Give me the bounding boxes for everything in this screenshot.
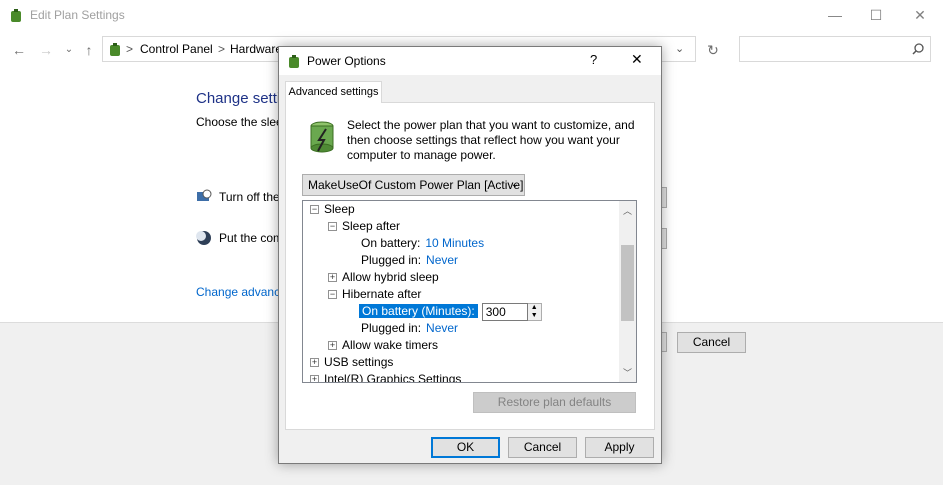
minutes-spinner[interactable]: ▲ ▼ [527, 303, 542, 321]
help-button[interactable]: ? [590, 52, 597, 67]
tree-scrollbar[interactable]: ︿ ﹀ [619, 201, 636, 382]
sleep-plugged-in-value[interactable]: Never [426, 253, 458, 267]
tree-item-hibernate-after[interactable]: − Hibernate after [328, 286, 421, 303]
scroll-down-icon[interactable]: ﹀ [623, 366, 632, 379]
page-description: Choose the sleep [196, 115, 290, 129]
power-options-icon [11, 9, 21, 22]
sleep-on-battery-value[interactable]: 10 Minutes [425, 236, 484, 250]
collapse-icon[interactable]: − [328, 290, 337, 300]
window-title: Edit Plan Settings [30, 8, 125, 22]
power-options-dialog: Power Options ? ✕ Advanced settings Sele… [278, 46, 662, 464]
turn-off-display-label: Turn off the [219, 190, 280, 204]
collapse-icon[interactable]: − [328, 222, 337, 232]
hibernate-on-battery-label: On battery (Minutes): [359, 304, 478, 318]
power-plan-selected: MakeUseOf Custom Power Plan [Active] [308, 178, 524, 192]
put-computer-to-sleep-label: Put the com [219, 231, 284, 245]
expand-icon[interactable]: + [328, 341, 337, 351]
tree-item-sleep[interactable]: − Sleep [310, 201, 355, 218]
breadcrumb-control-panel[interactable]: Control Panel [140, 42, 213, 56]
collapse-icon[interactable]: − [310, 205, 319, 215]
ok-button[interactable]: OK [431, 437, 500, 458]
crumb-separator: > [126, 42, 134, 56]
close-dialog-button[interactable]: ✕ [631, 51, 643, 68]
address-dropdown-icon[interactable]: ⌄ [675, 42, 684, 55]
scroll-up-icon[interactable]: ︿ [623, 204, 632, 217]
maximize-button[interactable]: ☐ [853, 0, 899, 30]
back-arrow-icon[interactable]: ← [10, 41, 28, 59]
forward-arrow-icon[interactable]: → [37, 41, 55, 59]
expand-icon[interactable]: + [310, 358, 319, 368]
dialog-titlebar: Power Options ? ✕ [279, 47, 661, 75]
window-titlebar: Edit Plan Settings — ☐ ✕ [0, 0, 943, 32]
sleep-moon-icon [196, 231, 211, 245]
chevron-down-icon: ⌄ [510, 179, 519, 190]
control-panel-icon [110, 43, 120, 56]
dialog-title: Power Options [307, 54, 386, 68]
scrollbar-thumb[interactable] [621, 245, 634, 321]
recent-locations-icon[interactable]: ⌄ [60, 41, 78, 59]
crumb-separator: > [218, 42, 226, 56]
display-clock-icon [197, 189, 212, 201]
tree-item-usb-settings[interactable]: + USB settings [310, 354, 393, 371]
tree-item-sleep-after[interactable]: − Sleep after [328, 218, 400, 235]
up-arrow-icon[interactable]: ↑ [80, 41, 98, 59]
breadcrumb-hardware[interactable]: Hardware [230, 42, 282, 56]
tree-item-sleep-on-battery[interactable]: On battery: 10 Minutes [361, 235, 484, 252]
tree-item-hibernate-plugged-in[interactable]: Plugged in: Never [361, 320, 458, 337]
power-options-icon [289, 55, 299, 68]
minimize-button[interactable]: — [812, 0, 858, 30]
restore-plan-defaults-button[interactable]: Restore plan defaults [473, 392, 636, 413]
expand-icon[interactable]: + [310, 375, 319, 382]
cancel-button[interactable]: Cancel [677, 332, 746, 353]
tab-advanced-settings[interactable]: Advanced settings [285, 81, 382, 103]
search-input[interactable] [739, 36, 931, 62]
power-plan-dropdown[interactable]: MakeUseOf Custom Power Plan [Active] ⌄ [302, 174, 525, 196]
dialog-cancel-button[interactable]: Cancel [508, 437, 577, 458]
tree-item-sleep-plugged-in[interactable]: Plugged in: Never [361, 252, 458, 269]
change-advanced-settings-link[interactable]: Change advance [196, 285, 287, 299]
tree-item-intel-graphics[interactable]: + Intel(R) Graphics Settings [310, 371, 461, 382]
tree-item-hybrid-sleep[interactable]: + Allow hybrid sleep [328, 269, 439, 286]
battery-power-icon [310, 121, 334, 153]
expand-icon[interactable]: + [328, 273, 337, 283]
refresh-icon[interactable]: ↻ [704, 41, 722, 59]
hibernate-plugged-in-value[interactable]: Never [426, 321, 458, 335]
search-icon [912, 43, 924, 55]
apply-button[interactable]: Apply [585, 437, 654, 458]
page-heading: Change setti [196, 90, 281, 107]
settings-tree[interactable]: − Sleep − Sleep after On battery: 10 Minute… [302, 200, 637, 383]
close-window-button[interactable]: ✕ [897, 0, 943, 30]
hibernate-minutes-input[interactable]: 300 [481, 303, 528, 321]
dialog-description: Select the power plan that you want to c… [347, 118, 635, 162]
tree-item-wake-timers[interactable]: + Allow wake timers [328, 337, 438, 354]
